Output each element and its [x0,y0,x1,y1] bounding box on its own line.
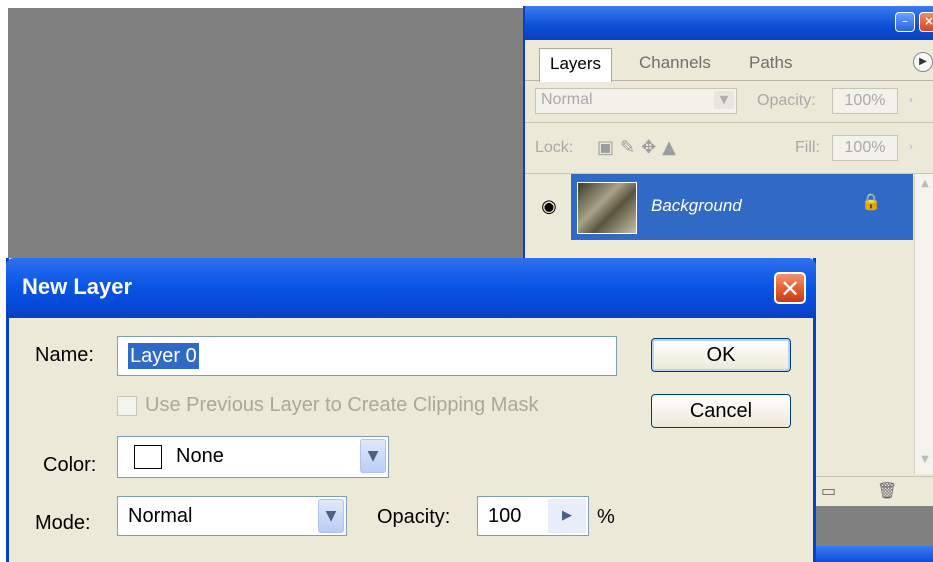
mode-value: Normal [128,505,193,527]
lock-row: Lock: ▣✎✥▲ Fill: 100% › [525,123,933,174]
tab-layers[interactable]: Layers [539,48,613,82]
fill-label: Fill: [795,139,820,156]
name-input-value: Layer 0 [128,343,199,369]
lock-label: Lock: [535,139,574,156]
opacity-label: Opacity: [377,506,451,528]
new-layer-icon[interactable]: ▭ [821,481,836,500]
blend-mode-value: Normal [541,91,593,108]
eye-icon[interactable]: ◉ [531,190,567,224]
close-button[interactable]: ✕ [774,272,806,304]
layers-scrollbar[interactable]: ▲ ▼ [914,174,933,474]
clipping-mask-checkbox[interactable] [117,396,137,416]
blend-row: Normal ▼ Opacity: 100% › [525,80,933,123]
color-label: Color: [43,454,97,476]
scroll-up-icon[interactable]: ▲ [917,178,933,194]
chevron-down-icon[interactable]: ▼ [360,439,386,473]
lock-options-icon[interactable]: ▣✎✥▲ [597,137,682,158]
layer-selected-background[interactable]: Background 🔒 [571,174,913,240]
opacity-slider-arrow-icon[interactable]: ▶ [548,499,586,533]
cancel-button[interactable]: Cancel [651,394,791,428]
blend-mode-select[interactable]: Normal ▼ [535,88,737,114]
close-icon[interactable]: × [919,12,933,32]
palette-opacity-input[interactable]: 100% [832,88,898,114]
color-swatch [134,445,162,469]
document-canvas[interactable] [8,8,523,258]
opacity-value: 100 [488,505,522,527]
palette-menu-icon[interactable]: ▶ [913,52,933,72]
new-layer-dialog: New Layer ✕ Name: Layer 0 Use Previous L… [6,258,816,562]
close-icon: ✕ [779,275,801,303]
tab-channels[interactable]: Channels [629,48,721,80]
opacity-slider-arrow-icon[interactable]: › [903,88,919,112]
color-value: None [176,445,224,467]
fill-slider-arrow-icon[interactable]: › [903,135,919,159]
opacity-input[interactable]: 100 ▶ [477,496,589,536]
palette-tabs: Layers Channels Paths ▶ [525,40,933,82]
palette-titlebar[interactable]: – × [525,6,933,40]
dialog-titlebar[interactable]: New Layer ✕ [6,258,816,318]
dialog-title: New Layer [22,274,133,299]
opacity-unit: % [597,506,615,528]
palette-opacity-label: Opacity: [757,92,816,109]
color-select[interactable]: None ▼ [117,436,389,478]
background-strip [805,506,933,546]
mode-select[interactable]: Normal ▼ [117,496,347,536]
scroll-down-icon[interactable]: ▼ [917,454,933,470]
name-input[interactable]: Layer 0 [117,336,617,376]
chevron-down-icon[interactable]: ▼ [318,499,344,533]
layer-thumbnail [577,182,637,234]
name-label: Name: [35,344,94,366]
palette-titlebar-bottom [805,546,933,562]
chevron-down-icon[interactable]: ▼ [714,91,734,109]
lock-icon: 🔒 [861,192,881,211]
layer-row[interactable]: ◉ Background 🔒 [525,174,913,240]
minimize-icon[interactable]: – [895,12,915,32]
layer-name: Background [651,196,742,215]
clipping-mask-label: Use Previous Layer to Create Clipping Ma… [145,394,539,416]
trash-icon[interactable]: 🗑 [877,481,897,500]
tab-paths[interactable]: Paths [739,48,802,80]
ok-button[interactable]: OK [651,338,791,372]
fill-input[interactable]: 100% [832,135,898,161]
mode-label: Mode: [35,512,91,534]
